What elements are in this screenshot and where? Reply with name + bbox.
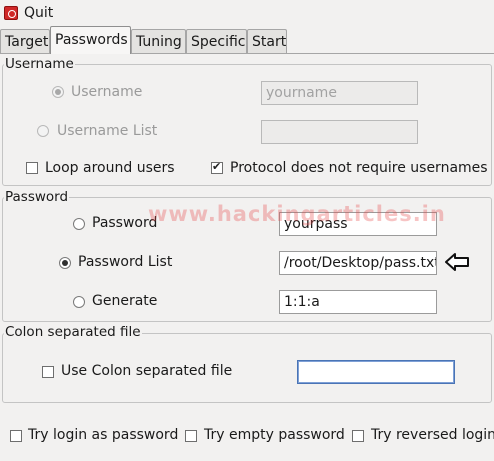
use-colon-file-label: Use Colon separated file xyxy=(61,363,233,379)
menu-bar: Quit xyxy=(0,0,494,26)
tab-target[interactable]: Target xyxy=(0,29,50,53)
password-list-radio[interactable] xyxy=(59,257,71,269)
try-empty-password-label: Try empty password xyxy=(204,427,345,443)
try-reversed-login-label: Try reversed login xyxy=(371,427,494,443)
password-field[interactable]: yourpass xyxy=(279,212,437,236)
username-group-title: Username xyxy=(4,56,75,72)
username-list-radio-label: Username List xyxy=(57,123,158,139)
generate-radio-label: Generate xyxy=(92,293,158,309)
protocol-no-usernames-label: Protocol does not require usernames xyxy=(230,160,488,176)
password-list-field[interactable]: /root/Desktop/pass.txt xyxy=(279,251,437,275)
username-radio-label: Username xyxy=(71,84,143,100)
colon-file-group-title: Colon separated file xyxy=(4,324,142,340)
quit-menu-item[interactable]: Quit xyxy=(4,3,53,23)
password-list-radio-label: Password List xyxy=(78,254,173,270)
tab-specific[interactable]: Specific xyxy=(186,29,247,53)
try-login-as-password-checkbox[interactable] xyxy=(10,430,22,442)
username-list-field[interactable] xyxy=(261,120,418,144)
protocol-no-usernames-checkbox[interactable] xyxy=(211,160,223,174)
password-group-title: Password xyxy=(4,189,70,205)
try-empty-password-checkbox[interactable] xyxy=(185,430,197,442)
left-arrow-icon xyxy=(445,253,469,271)
password-radio-label: Password xyxy=(92,215,158,231)
generate-radio[interactable] xyxy=(73,296,85,308)
quit-icon xyxy=(4,6,18,20)
use-colon-file-checkbox[interactable] xyxy=(42,366,54,378)
username-field[interactable]: yourname xyxy=(261,81,418,105)
tab-start[interactable]: Start xyxy=(247,29,287,53)
username-radio[interactable] xyxy=(52,86,64,98)
generate-field[interactable]: 1:1:a xyxy=(279,290,437,314)
loop-around-users-label: Loop around users xyxy=(45,160,175,176)
try-login-as-password-label: Try login as password xyxy=(28,427,179,443)
password-radio[interactable] xyxy=(73,218,85,230)
username-list-radio[interactable] xyxy=(37,125,49,137)
tab-passwords[interactable]: Passwords xyxy=(50,26,131,54)
quit-label: Quit xyxy=(24,5,54,21)
colon-file-field[interactable] xyxy=(297,360,455,384)
try-reversed-login-checkbox[interactable] xyxy=(352,430,364,442)
loop-around-users-checkbox[interactable] xyxy=(26,162,38,174)
tab-tuning[interactable]: Tuning xyxy=(131,29,186,53)
